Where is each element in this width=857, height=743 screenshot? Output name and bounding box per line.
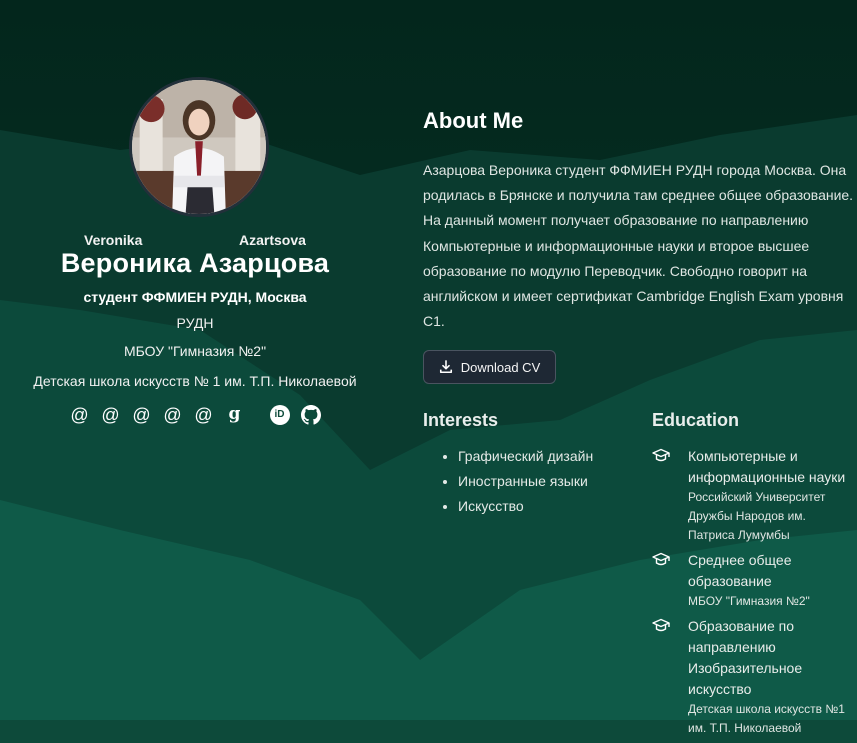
education-institution: Дружбы Народов им.	[688, 509, 806, 523]
organization-2[interactable]: МБОУ "Гимназия №2"	[0, 343, 390, 359]
organization-3[interactable]: Детская школа искусств № 1 им. Т.П. Нико…	[0, 373, 390, 389]
education-title: информационные науки	[688, 469, 846, 485]
education-title: Изобразительное	[688, 660, 803, 676]
about-heading: About Me	[423, 108, 524, 133]
at-icon: @	[163, 404, 182, 425]
orcid-link[interactable]: iD	[269, 404, 290, 425]
interest-item: Искусство	[458, 494, 593, 519]
interest-item: Иностранные языки	[458, 469, 593, 494]
education-title: Среднее общее	[688, 552, 792, 568]
google-scholar-link[interactable]: g	[224, 404, 245, 425]
education-title: Образование по	[688, 618, 795, 634]
at-icon: @	[70, 404, 89, 425]
profile-photo	[132, 80, 266, 214]
education-institution: Патриса Лумумбы	[688, 528, 790, 542]
at-icon: @	[101, 404, 120, 425]
education-institution: МБОУ "Гимназия №2"	[688, 594, 810, 608]
full-name: Вероника Азарцова	[60, 248, 330, 278]
education-item: Среднее общее образование МБОУ "Гимназия…	[652, 550, 857, 611]
at-icon: @	[132, 404, 151, 425]
at-icon: @	[194, 404, 213, 425]
github-link[interactable]	[300, 404, 321, 425]
profile-page: Veronika Azartsova Вероника Азарцова сту…	[0, 0, 857, 735]
graduation-cap-icon	[652, 448, 670, 462]
interests-list: Графический дизайн Иностранные языки Иск…	[423, 444, 593, 519]
email-link-2[interactable]: @	[100, 404, 121, 425]
email-link-5[interactable]: @	[193, 404, 214, 425]
orcid-icon: iD	[269, 404, 290, 425]
email-link-4[interactable]: @	[162, 404, 183, 425]
github-icon	[300, 404, 321, 425]
education-title: направлению	[688, 639, 776, 655]
download-cv-button[interactable]: Download CV	[423, 350, 556, 384]
role-title: студент ФФМИЕН РУДН, Москва	[83, 289, 307, 305]
about-text: Азарцова Вероника студент ФФМИЕН РУДН го…	[423, 162, 854, 330]
interest-item: Графический дизайн	[458, 444, 593, 469]
education-institution: Российский Университет	[688, 490, 826, 504]
education-title: искусство	[688, 681, 752, 697]
interests-heading: Interests	[423, 410, 499, 430]
education-item: Компьютерные и информационные науки Росс…	[652, 446, 857, 545]
email-link-1[interactable]: @	[69, 404, 90, 425]
graduation-cap-icon	[652, 618, 670, 632]
first-name-en: Veronika	[84, 232, 143, 248]
last-name-en: Azartsova	[239, 232, 306, 248]
graduation-cap-icon	[652, 552, 670, 566]
download-icon	[439, 360, 452, 374]
social-links: @ @ @ @ @ g iD	[0, 404, 390, 425]
avatar	[129, 77, 269, 217]
education-heading: Education	[652, 410, 740, 430]
education-title: Компьютерные и	[688, 448, 798, 464]
education-title: образование	[688, 573, 772, 589]
google-scholar-icon: g	[228, 404, 241, 424]
education-institution: Детская школа искусств №1	[688, 702, 845, 716]
education-institution: им. Т.П. Николаевой	[688, 721, 802, 735]
download-cv-label: Download CV	[460, 359, 541, 375]
education-list: Компьютерные и информационные науки Росс…	[652, 446, 857, 743]
organization-1[interactable]: РУДН	[0, 315, 390, 331]
email-link-3[interactable]: @	[131, 404, 152, 425]
